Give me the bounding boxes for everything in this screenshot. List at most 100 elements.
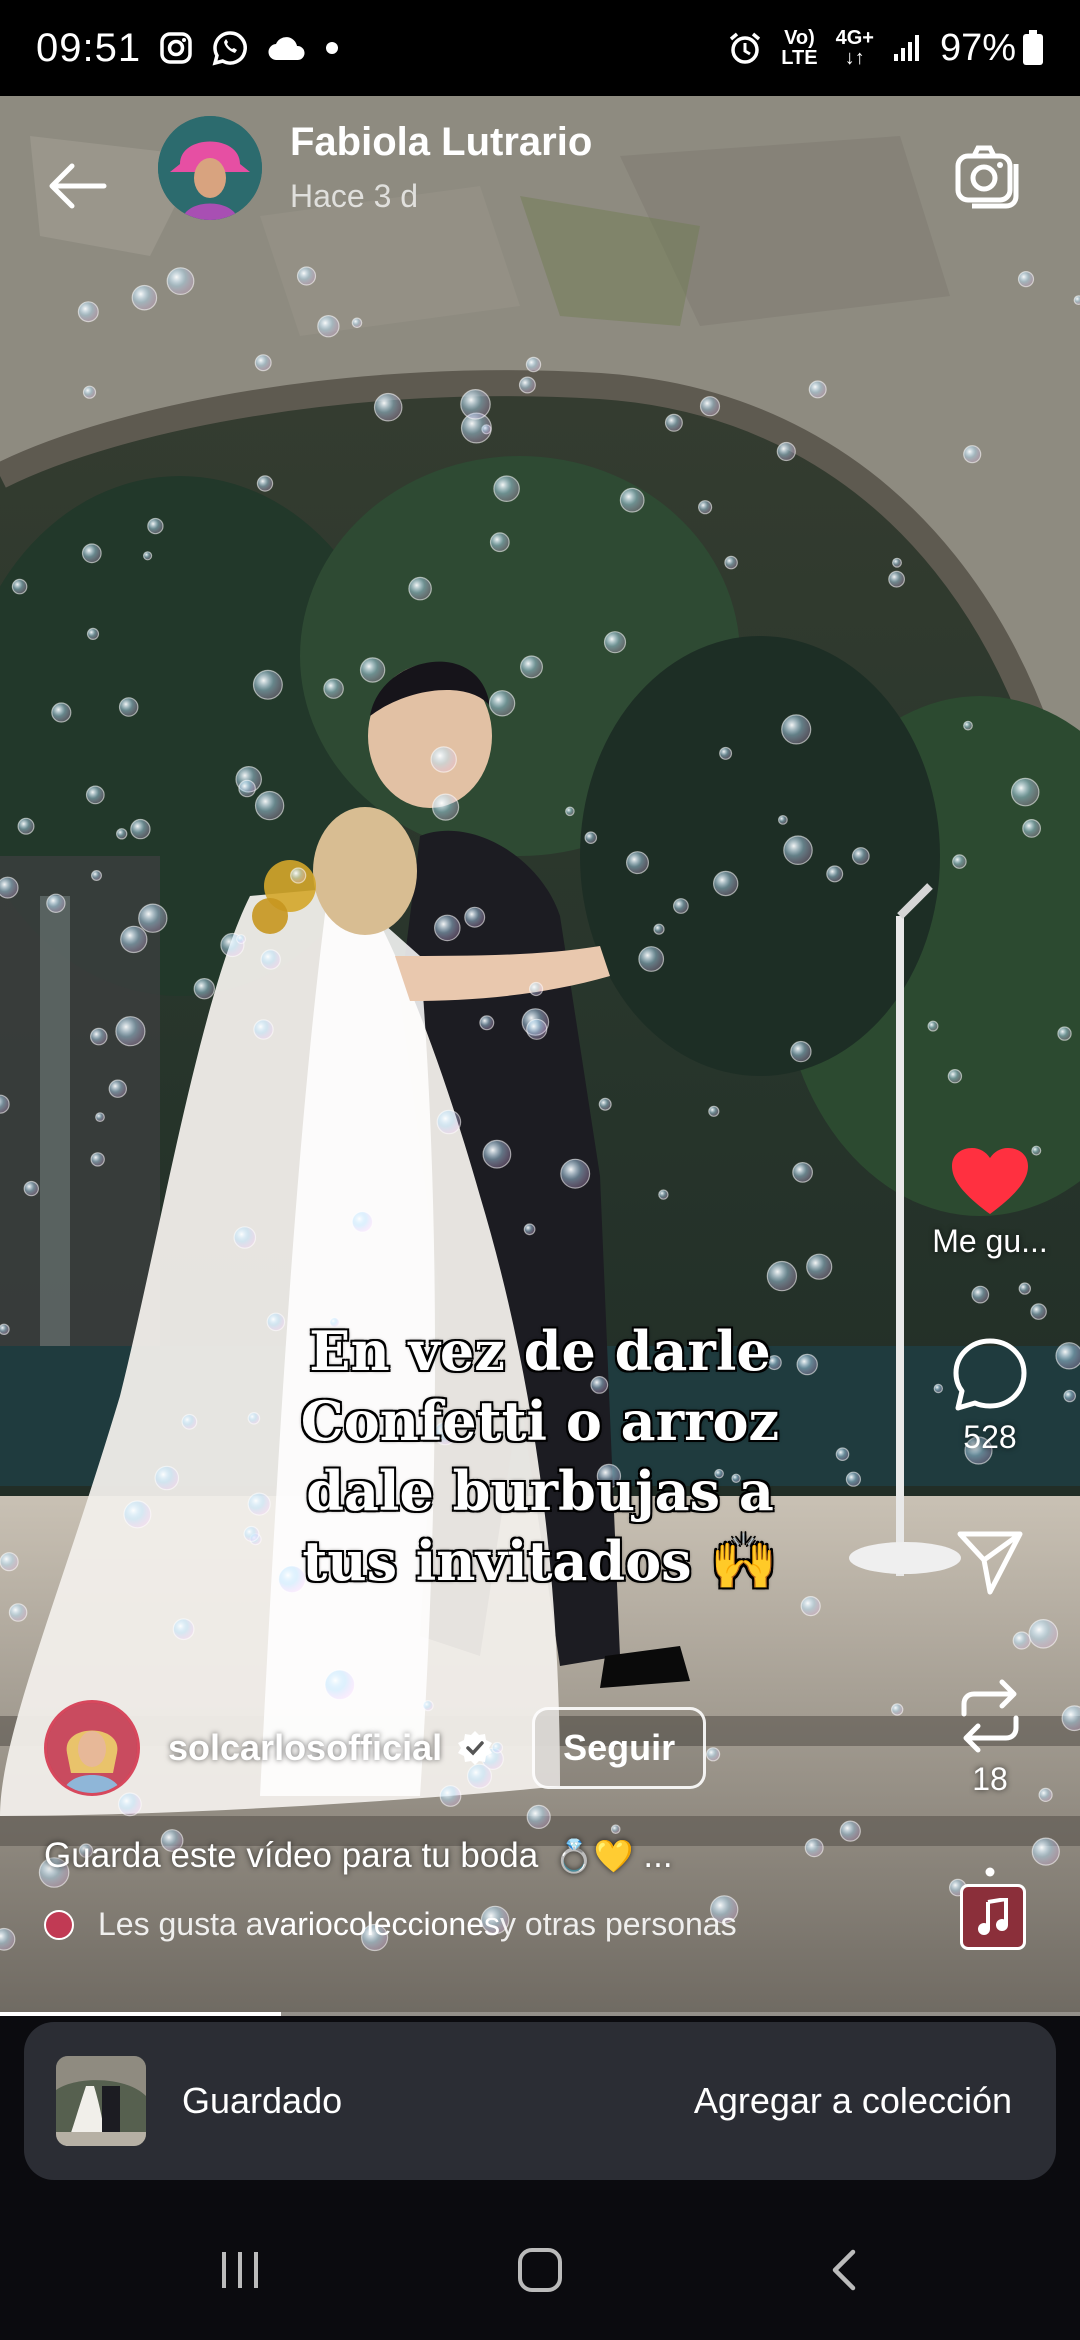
likes-user[interactable]: variocolecciones [263,1906,500,1943]
bubble [172,1618,195,1641]
profile-avatar[interactable] [158,116,262,220]
bubble [81,543,102,564]
like-button[interactable]: Me gu... [900,1146,1080,1260]
reposts-count: 18 [972,1761,1008,1797]
music-note-icon [978,1898,1008,1935]
author-row: solcarlosofficial Seguir [44,1696,707,1800]
camera-button[interactable] [952,140,1024,212]
saved-label: Guardado [182,2080,343,2121]
back-button[interactable] [40,146,120,226]
overlay-line-2: Confetti o arroz [299,1388,780,1455]
bubble [479,1015,495,1031]
battery-icon [1022,30,1044,66]
bubble [436,1109,462,1135]
recent-apps-button[interactable] [200,2230,280,2310]
bubble [826,865,844,883]
bubble [851,847,870,865]
bubble [518,376,536,394]
home-button[interactable] [500,2230,580,2310]
instagram-icon [159,31,193,65]
bubble [565,806,575,817]
comments-button[interactable]: 528 [900,1336,1080,1456]
bubble [1022,819,1041,838]
liked-by-row[interactable]: Les gusta a variocolecciones y otras per… [44,1906,737,1943]
add-to-collection-button[interactable]: Agregar a colección [694,2080,1012,2122]
bubble [11,578,28,595]
bubble [489,532,510,553]
bubble [433,914,461,942]
volte-bottom: LTE [781,47,818,69]
bubble [708,1105,720,1117]
reel-video[interactable]: Fabiola Lutrario Hace 3 d En vez de darl… [0,96,1080,2016]
bubble [839,1820,861,1842]
bubble [806,1253,833,1280]
video-progress-bar[interactable] [0,2012,1080,2016]
bubble [46,893,66,914]
author-username[interactable]: solcarlosofficial [168,1727,442,1769]
bubble [138,903,168,933]
bubble [783,835,813,865]
bubble [664,413,683,432]
bubble [77,301,99,323]
caption[interactable]: Guarda este vídeo para tu boda 💍💛 ... [44,1836,673,1876]
profile-name[interactable]: Fabiola Lutrario [290,120,592,165]
follow-button[interactable]: Seguir [532,1707,707,1789]
bubble [1018,1282,1032,1295]
bubble [359,657,386,683]
likes-suffix: y otras personas [500,1906,737,1942]
bubble [373,392,403,422]
comment-icon [953,1338,1027,1411]
bubble [781,714,812,745]
bubble [17,817,35,835]
caption-more[interactable]: ... [643,1836,672,1875]
volte-indicator: Vo) LTE [781,28,817,68]
bubble [120,925,148,954]
bubble [1010,777,1040,807]
bubble [963,720,973,731]
bubble [123,1500,152,1529]
share-button[interactable] [900,1526,1080,1603]
post-time: Hace 3 d [290,178,419,214]
battery-percent: 97% [939,26,1016,69]
bubble [776,441,796,462]
system-nav-bar [0,2200,1080,2340]
bubble [253,1019,274,1040]
bubble [0,1323,10,1335]
bubble [23,1180,39,1197]
bubble [523,1223,536,1236]
bubble [792,1161,813,1183]
bubble [658,1189,669,1200]
bubble [8,1603,28,1622]
bubble [408,576,432,601]
bubble [790,1040,812,1063]
bubble [238,779,256,798]
bubble [256,475,274,492]
bubble [130,818,151,840]
caption-text: Guarda este vídeo para tu boda [44,1836,539,1875]
status-bar: 09:51 Vo) LTE 4G+ ↓↑ 97% [0,0,1080,96]
repost-button[interactable]: 18 [900,1676,1080,1798]
bubble [351,1211,374,1233]
bubble [143,551,153,561]
bubble [488,690,516,717]
author-avatar[interactable] [44,1700,140,1796]
nav-back-button[interactable] [805,2230,885,2310]
saved-thumbnail [56,2056,146,2146]
bubble [952,854,967,869]
bubble [778,815,788,825]
bubble [891,557,902,568]
bubble [519,655,543,679]
bubble [713,870,739,897]
overlay-line-4: tus invitados 🙌 [301,1528,779,1595]
battery: 97% [940,27,1044,70]
bubble [766,1260,798,1292]
bubble [1030,1303,1047,1320]
network-type: 4G+ [835,27,874,49]
audio-track-button[interactable] [960,1884,1026,1950]
bubble [181,1413,198,1430]
bubble [603,631,627,654]
bubble [0,876,19,899]
bubble [351,317,363,329]
status-left: 09:51 [36,26,339,71]
back-icon [832,2249,856,2291]
